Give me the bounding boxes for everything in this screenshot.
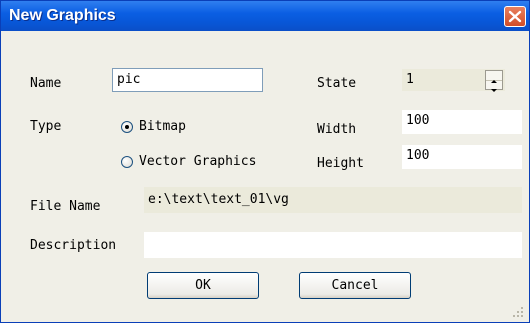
file-name-field[interactable]: e:\text\text_01\vg: [144, 187, 522, 213]
close-icon: [508, 10, 522, 23]
width-label: Width: [317, 122, 357, 137]
spin-down-icon: [491, 89, 497, 92]
spin-down-button[interactable]: [486, 80, 502, 92]
name-input[interactable]: pic: [112, 68, 263, 92]
width-input[interactable]: 100: [402, 110, 522, 134]
dialog-body: Name pic State 1 Type Bitmap Vector Grap…: [4, 32, 526, 320]
window-title: New Graphics: [9, 7, 116, 24]
bitmap-label[interactable]: Bitmap: [139, 119, 186, 135]
description-input[interactable]: [144, 232, 522, 258]
resize-grip-icon[interactable]: [512, 306, 524, 318]
name-label: Name: [30, 76, 62, 91]
height-input[interactable]: 100: [402, 145, 522, 169]
description-label: Description: [30, 238, 117, 253]
bitmap-radio[interactable]: [121, 121, 133, 133]
file-name-label: File Name: [30, 199, 101, 214]
title-bar[interactable]: New Graphics: [1, 1, 529, 31]
state-spinner[interactable]: [485, 70, 503, 92]
cancel-button[interactable]: Cancel: [299, 272, 411, 299]
new-graphics-dialog: New Graphics Name pic State 1 Type Bitma…: [0, 0, 530, 323]
height-label: Height: [317, 156, 364, 171]
type-label: Type: [30, 119, 62, 134]
ok-button[interactable]: OK: [147, 272, 259, 299]
close-button[interactable]: [504, 6, 526, 27]
vector-graphics-radio[interactable]: [121, 156, 133, 168]
state-label: State: [317, 76, 357, 91]
vector-graphics-label[interactable]: Vector Graphics: [139, 154, 256, 170]
